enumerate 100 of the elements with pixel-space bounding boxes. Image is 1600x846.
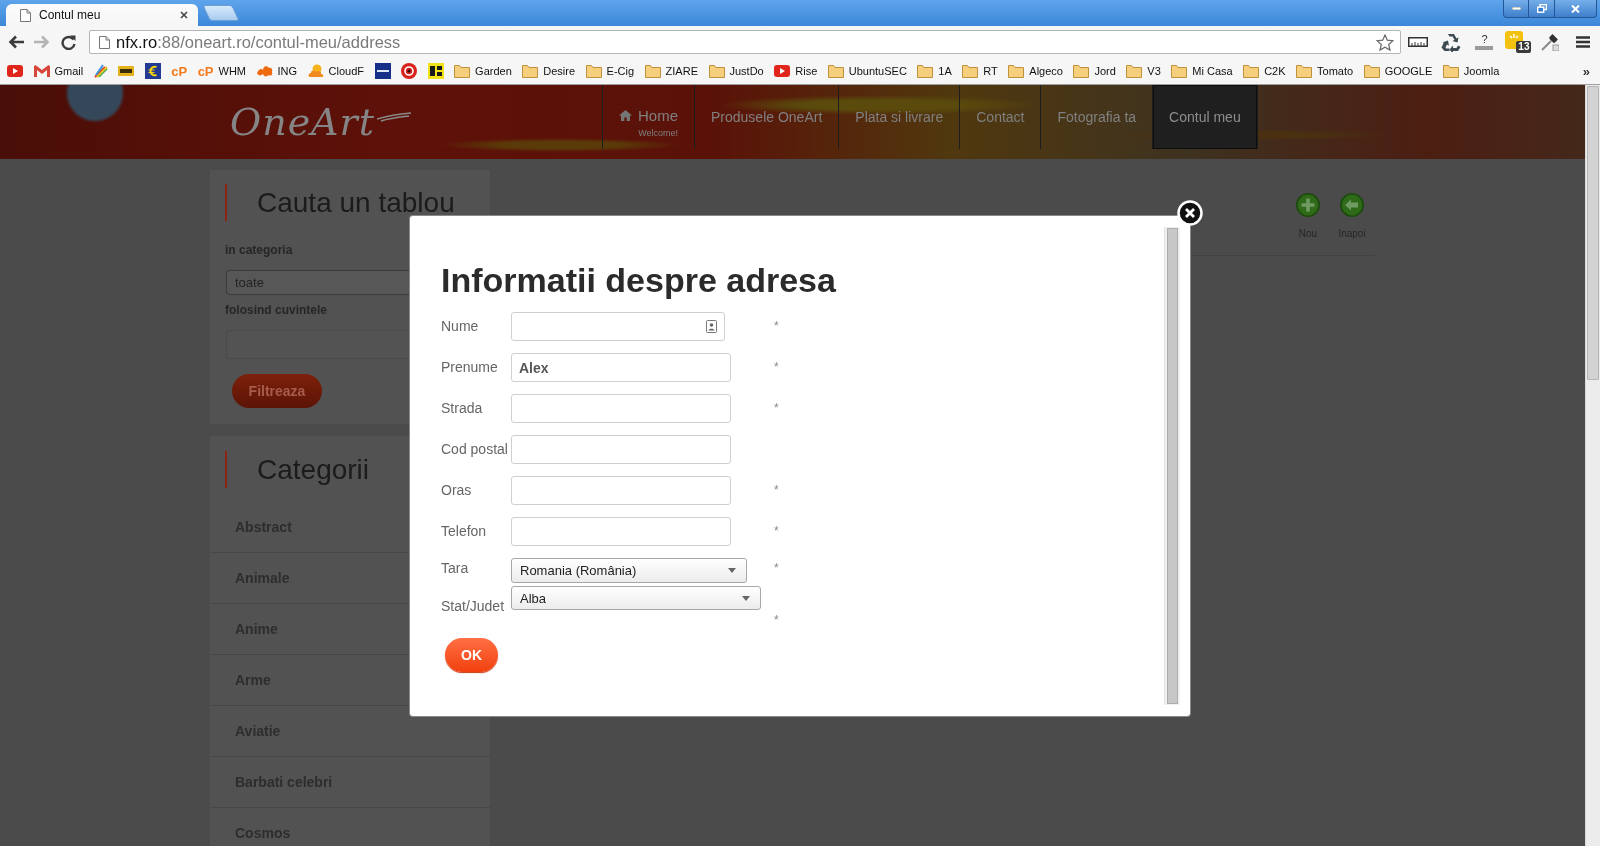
folder-icon <box>1171 64 1188 78</box>
lion-icon <box>256 65 273 77</box>
bookmark[interactable]: cP WHM <box>194 61 250 81</box>
folder-icon <box>1073 64 1090 78</box>
bookmark[interactable]: UbuntuSEC <box>824 61 910 81</box>
minimize-button[interactable] <box>1503 0 1529 18</box>
folder-icon <box>585 64 602 78</box>
ball-icon <box>401 63 418 79</box>
text-field[interactable] <box>511 476 731 505</box>
new-tab-button[interactable] <box>202 5 240 21</box>
text-field[interactable] <box>511 517 731 546</box>
tile-icon <box>427 63 444 79</box>
folder-icon <box>827 64 844 78</box>
ruler-icon <box>1408 37 1429 47</box>
folder-icon <box>1243 64 1260 78</box>
forward-arrow-icon <box>34 35 51 49</box>
required-mark: * <box>774 612 779 629</box>
extension-button[interactable]: 13 <box>1501 28 1534 56</box>
section-title: Categorii <box>225 451 370 488</box>
text-field[interactable] <box>511 394 731 423</box>
folder-icon <box>1008 64 1025 78</box>
bookmark[interactable]: JustDo <box>705 61 767 81</box>
bookmark[interactable]: Rise <box>771 61 821 81</box>
text-field[interactable] <box>511 312 725 341</box>
plus-icon <box>1296 193 1320 217</box>
bookmark[interactable]: Joomla <box>1439 61 1503 81</box>
required-mark: * <box>774 359 779 376</box>
dropdown[interactable]: Romania (România) <box>511 558 747 583</box>
bookmark[interactable]: RT <box>959 61 1001 81</box>
brush-icon <box>93 64 108 78</box>
nav-link[interactable]: Home Welcome! <box>602 85 694 149</box>
bookmark[interactable]: Jord <box>1070 61 1119 81</box>
site-logo[interactable]: OneArt <box>230 100 375 144</box>
field-label: Nume <box>441 317 480 336</box>
text-field[interactable]: Alex <box>511 353 731 382</box>
eyedropper-icon <box>1541 33 1560 51</box>
field-label: Telefon <box>441 522 488 541</box>
menu-icon <box>1576 36 1591 48</box>
bookmark[interactable]: Algeco <box>1005 61 1066 81</box>
play-icon <box>774 65 791 77</box>
close-window-button[interactable] <box>1555 0 1597 18</box>
required-mark: * <box>774 400 779 417</box>
extension-button[interactable]: ? <box>1468 28 1501 56</box>
contact-card-icon[interactable] <box>706 320 717 333</box>
mail-icon <box>33 65 50 77</box>
bookmark[interactable]: GOOGLE <box>1360 61 1436 81</box>
brush-stroke-drawing <box>377 112 411 122</box>
dialog-title: Informatii despre adresa <box>441 260 836 300</box>
folder-icon <box>644 64 661 78</box>
bookmark[interactable]: ING <box>253 61 301 81</box>
required-mark: * <box>774 560 779 577</box>
keywords-field[interactable] <box>226 330 410 359</box>
bookmark[interactable]: C2K <box>1240 61 1289 81</box>
bookmark[interactable]: Gmail <box>30 61 87 81</box>
count-badge: 13 <box>1516 41 1532 53</box>
close-icon[interactable] <box>180 11 188 19</box>
folder-icon <box>917 64 934 78</box>
field-label: Strada <box>441 399 484 418</box>
minimize-icon <box>1511 7 1521 10</box>
required-mark: * <box>774 482 779 499</box>
star-icon[interactable] <box>1376 33 1394 51</box>
folder-icon <box>708 64 725 78</box>
required-mark: * <box>774 318 779 335</box>
euro-icon <box>144 63 161 79</box>
nav-link[interactable]: Contul meu <box>1152 85 1258 149</box>
folder-icon <box>1126 64 1143 78</box>
more-bookmarks-button[interactable]: » <box>1582 63 1590 79</box>
dropdown[interactable]: Alba <box>511 586 761 610</box>
address-bar[interactable]: nfx.ro:88/oneart.ro/contul-meu/address <box>89 30 1401 54</box>
restore-button[interactable] <box>1529 0 1555 18</box>
bookmark[interactable]: Mi Casa <box>1168 61 1236 81</box>
reload-icon <box>61 34 77 50</box>
folder-icon <box>1442 64 1459 78</box>
folder-icon <box>962 64 979 78</box>
bookmark[interactable]: E-Cig <box>582 61 638 81</box>
tile-icon <box>374 63 391 79</box>
text-field[interactable] <box>511 435 731 464</box>
folder-icon <box>1296 64 1313 78</box>
bookmark[interactable]: 1A <box>914 61 955 81</box>
bookmark[interactable]: V3 <box>1123 61 1164 81</box>
scrollbar-thumb[interactable] <box>1587 86 1599 380</box>
close-icon <box>1571 4 1580 13</box>
bookmark[interactable]: Desire <box>519 61 579 81</box>
page-icon <box>99 35 110 49</box>
folder-icon <box>522 64 539 78</box>
home-icon <box>619 109 632 121</box>
bookmark[interactable]: Tomato <box>1293 61 1357 81</box>
nav-link[interactable]: Produsele OneArt <box>694 85 839 149</box>
field-label: Prenume <box>441 358 499 377</box>
restore-icon <box>1536 4 1547 13</box>
bookmark[interactable]: CloudF <box>304 61 368 81</box>
browser-tab[interactable]: Contul meu <box>6 4 198 26</box>
caret-icon <box>728 568 736 573</box>
bookmark[interactable]: ZIARE <box>641 61 701 81</box>
folder-icon <box>454 64 471 78</box>
bookmark[interactable]: Garden <box>451 61 515 81</box>
required-mark: * <box>774 523 779 540</box>
field-label: Tara <box>441 559 470 578</box>
back-arrow-icon <box>8 35 25 49</box>
tile-icon <box>118 66 135 76</box>
